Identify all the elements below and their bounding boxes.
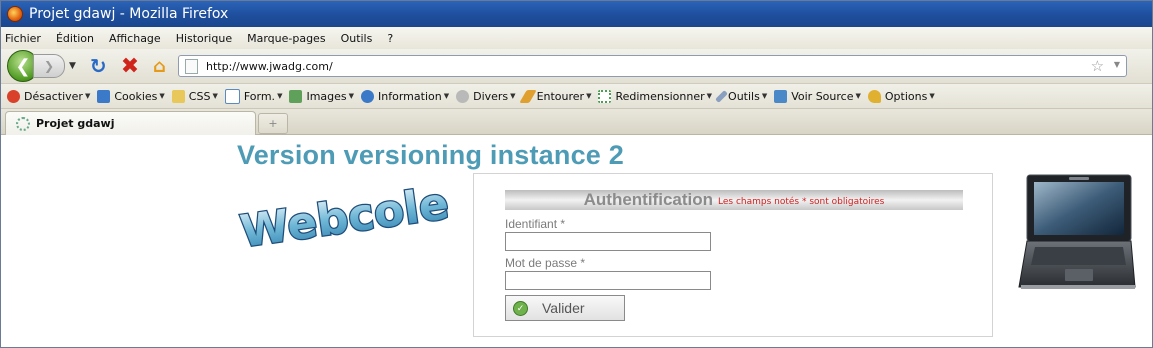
devbar-cookies[interactable]: Cookies ▼ [97, 89, 165, 103]
navigation-toolbar: ❮ ❯ ▼ ↻ ✖ ⌂ http://www.jwadg.com/ ☆ ▼ [1, 49, 1152, 84]
login-input[interactable] [505, 232, 711, 251]
devbar-entourer[interactable]: Entourer ▼ [518, 89, 591, 103]
resize-icon [598, 89, 612, 103]
menu-bar: Fichier Édition Affichage Historique Mar… [1, 27, 1152, 49]
auth-header: Authentification Les champs notés * sont… [505, 190, 963, 210]
form-icon [224, 88, 240, 104]
login-label: Identifiant * [505, 217, 566, 231]
devbar-options[interactable]: Options ▼ [867, 89, 935, 103]
password-input[interactable] [505, 271, 711, 290]
auth-title: Authentification [583, 190, 714, 209]
devbar-images[interactable]: Images ▼ [289, 89, 354, 103]
devbar-form[interactable]: Form. ▼ [224, 88, 282, 104]
devbar-css[interactable]: CSS ▼ [171, 89, 218, 103]
devbar-information[interactable]: Information ▼ [361, 89, 449, 103]
info-icon [361, 89, 375, 103]
laptop-image [1018, 174, 1136, 289]
required-note: Les champs notés * sont obligatoires [718, 196, 885, 207]
options-icon [867, 89, 881, 103]
back-arrow-icon: ❮ [15, 55, 31, 77]
auth-panel: Authentification Les champs notés * sont… [473, 173, 993, 337]
tab-projet-gdawj[interactable]: Projet gdawj [5, 111, 256, 135]
tools-icon [715, 89, 728, 103]
tab-strip: Projet gdawj + [1, 109, 1152, 135]
menu-historique[interactable]: Historique [176, 32, 232, 45]
menu-fichier[interactable]: Fichier [5, 32, 41, 45]
menu-edition[interactable]: Édition [56, 32, 94, 45]
url-text[interactable]: http://www.jwadg.com/ [206, 60, 333, 73]
submit-label: Valider [542, 300, 585, 316]
page-content: Version versioning instance 2 Webcole Au… [1, 135, 1152, 347]
misc-icon [456, 89, 470, 103]
url-bar[interactable]: http://www.jwadg.com/ ☆ ▼ [178, 55, 1128, 77]
reload-icon[interactable]: ↻ [90, 54, 107, 78]
web-developer-toolbar: Désactiver ▼ Cookies ▼ CSS ▼ Form. ▼ Images ▼… [1, 84, 1152, 109]
webcole-logo: Webcole [236, 177, 448, 247]
devbar-voir-source[interactable]: Voir Source ▼ [774, 89, 861, 103]
view-source-icon [774, 89, 788, 103]
disable-icon [7, 89, 20, 103]
page-icon [185, 58, 199, 74]
menu-marque-pages[interactable]: Marque-pages [247, 32, 325, 45]
menu-affichage[interactable]: Affichage [109, 32, 161, 45]
new-tab-button[interactable]: + [258, 113, 288, 134]
history-dropdown-icon[interactable]: ▼ [69, 61, 76, 71]
logo-text: Webcole [237, 178, 448, 247]
loading-spinner-icon [16, 116, 30, 131]
window-title: Projet gdawj - Mozilla Firefox [29, 6, 229, 22]
tab-label: Projet gdawj [36, 117, 115, 130]
menu-outils[interactable]: Outils [341, 32, 373, 45]
url-dropdown-icon[interactable]: ▼ [1114, 60, 1120, 69]
devbar-redimensionner[interactable]: Redimensionner ▼ [598, 89, 712, 103]
plus-icon: + [268, 117, 278, 130]
firefox-icon [7, 6, 23, 22]
devbar-desactiver[interactable]: Désactiver ▼ [7, 89, 90, 103]
devbar-divers[interactable]: Divers ▼ [456, 89, 516, 103]
page-title: Version versioning instance 2 [237, 140, 624, 170]
home-icon[interactable]: ⌂ [153, 56, 166, 77]
check-icon: ✓ [513, 300, 528, 316]
stop-icon[interactable]: ✖ [121, 54, 139, 79]
bookmark-star-icon[interactable]: ☆ [1091, 57, 1104, 75]
browser-window: Projet gdawj - Mozilla Firefox Fichier É… [0, 0, 1153, 348]
title-bar: Projet gdawj - Mozilla Firefox [1, 1, 1152, 27]
submit-button[interactable]: ✓ Valider [505, 295, 625, 321]
back-forward-group: ❮ ❯ ▼ [7, 50, 76, 82]
devbar-outils[interactable]: Outils ▼ [715, 90, 767, 103]
cookie-icon [97, 89, 111, 103]
outline-icon [518, 89, 537, 103]
menu-help[interactable]: ? [387, 32, 393, 45]
password-label: Mot de passe * [505, 256, 586, 270]
forward-button[interactable]: ❯ [33, 54, 65, 78]
image-icon [289, 89, 303, 103]
forward-arrow-icon: ❯ [43, 59, 55, 73]
css-icon [171, 89, 185, 103]
